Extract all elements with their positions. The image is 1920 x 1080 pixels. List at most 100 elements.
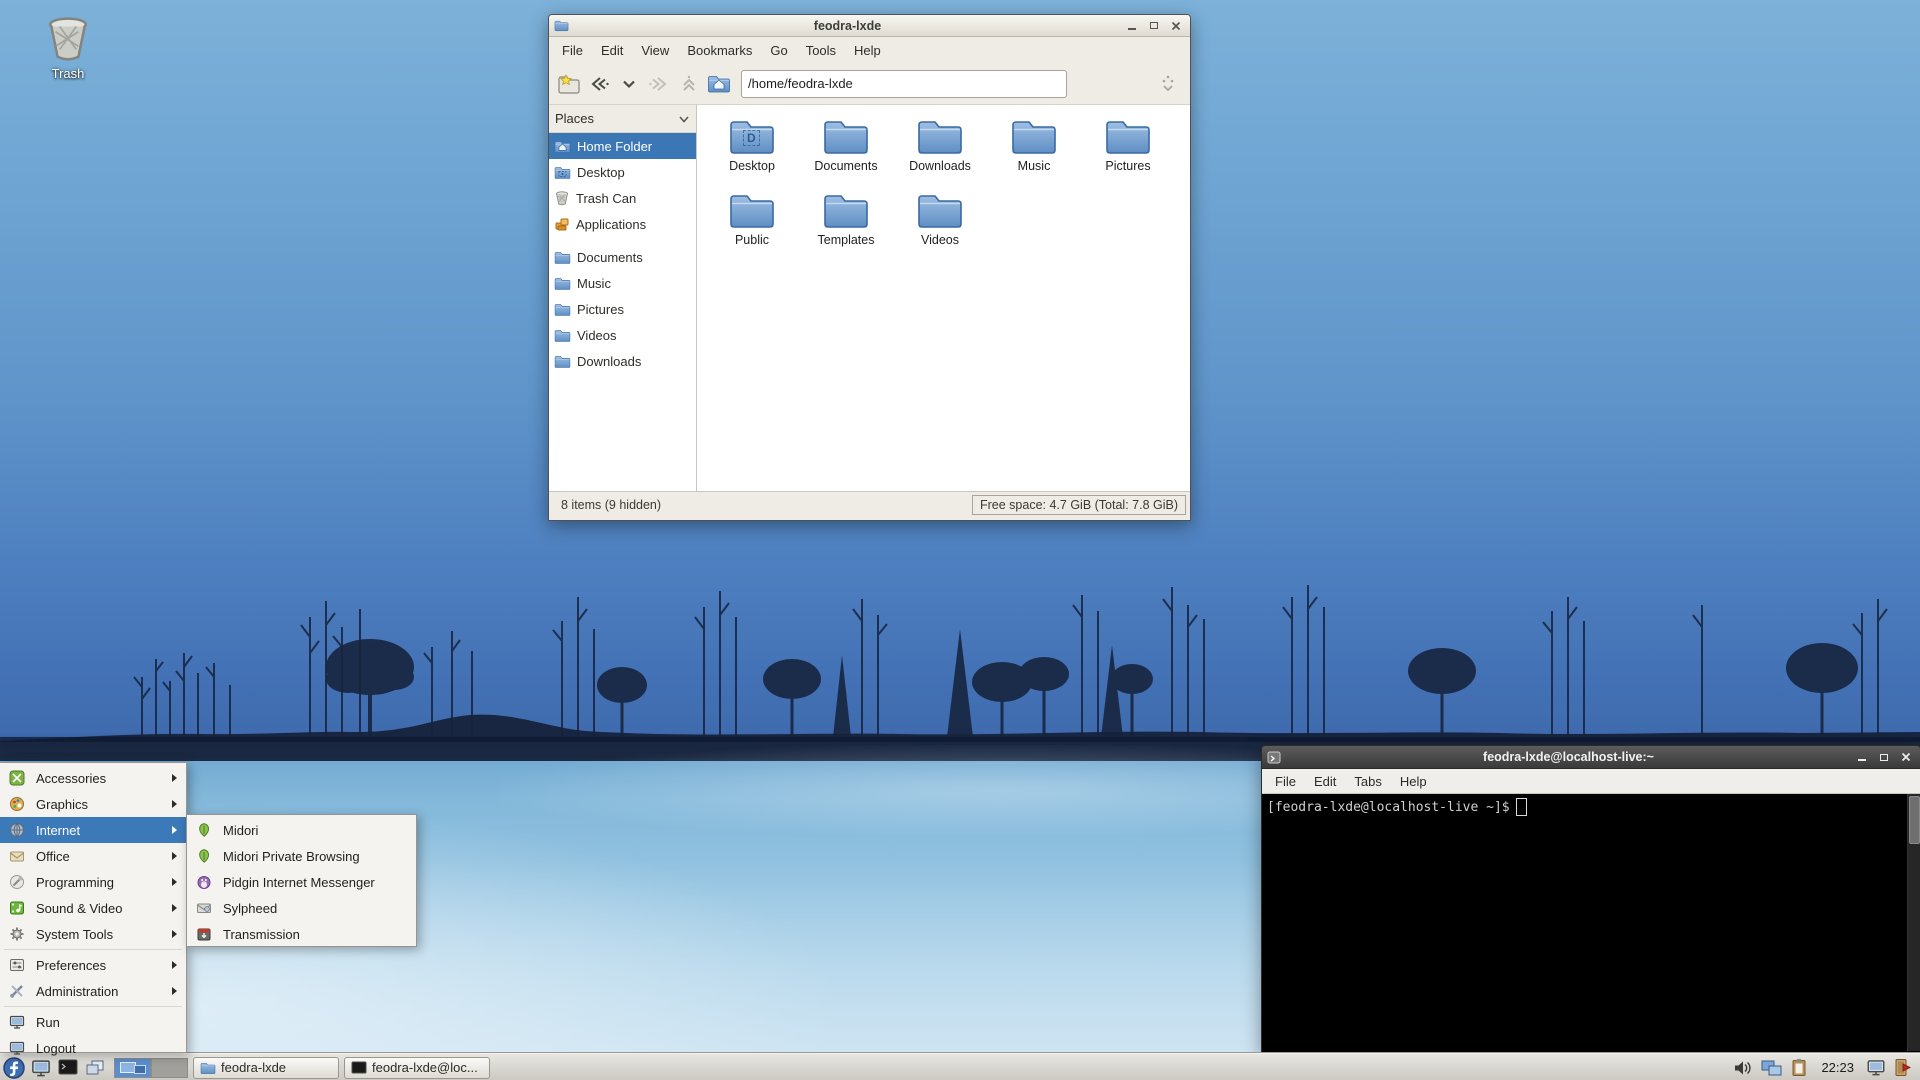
submenu-item-transmission[interactable]: Transmission	[187, 921, 416, 947]
folder-public[interactable]: Public	[705, 187, 799, 261]
volume-icon[interactable]	[1733, 1059, 1753, 1077]
clipboard-icon[interactable]	[1791, 1058, 1809, 1077]
fm-close-button[interactable]	[1170, 20, 1182, 32]
fm-menu-view[interactable]: View	[632, 40, 678, 61]
menu-item-office[interactable]: Office	[0, 843, 186, 869]
file-manager-window: feodra-lxde File Edit View Bookmarks Go …	[548, 14, 1191, 521]
run-monitor-icon	[8, 1013, 26, 1031]
folder-templates[interactable]: Templates	[799, 187, 893, 261]
home-button-icon[interactable]	[705, 69, 733, 99]
fm-menu-file[interactable]: File	[553, 40, 592, 61]
folder-icon	[554, 328, 571, 343]
terminal-menu-tabs[interactable]: Tabs	[1345, 772, 1390, 791]
folder-videos[interactable]: Videos	[893, 187, 987, 261]
jump-to-icon[interactable]	[1154, 69, 1182, 99]
new-tab-icon[interactable]	[555, 69, 583, 99]
internet-submenu: Midori Midori Private Browsing Pidgin In…	[186, 814, 417, 947]
system-tray: 22:23	[1733, 1058, 1920, 1077]
menu-item-accessories[interactable]: Accessories	[0, 765, 186, 791]
network-icon[interactable]	[1761, 1059, 1783, 1077]
menu-item-administration[interactable]: Administration	[0, 978, 186, 1004]
terminal-menu-edit[interactable]: Edit	[1305, 772, 1345, 791]
sidebar-item-music[interactable]: Music	[549, 270, 696, 296]
up-button-icon[interactable]	[675, 69, 703, 99]
folder-icon	[916, 116, 964, 156]
taskbar-clock[interactable]: 22:23	[1821, 1060, 1854, 1075]
menu-item-sound-video[interactable]: Sound & Video	[0, 895, 186, 921]
fm-menu-bookmarks[interactable]: Bookmarks	[678, 40, 761, 61]
fm-menu-help[interactable]: Help	[845, 40, 890, 61]
graphics-icon	[8, 795, 26, 813]
taskbar-task-terminal[interactable]: feodra-lxde@loc...	[344, 1056, 490, 1079]
address-bar-input[interactable]	[741, 69, 1067, 98]
taskbar: feodra-lxde feodra-lxde@loc... 22:23	[0, 1053, 1920, 1080]
submenu-item-pidgin[interactable]: Pidgin Internet Messenger	[187, 869, 416, 895]
history-dropdown-icon[interactable]	[615, 69, 643, 99]
fm-places-sidebar: Places Home Folder Desktop Trash Can App…	[549, 105, 697, 491]
taskbar-task-file-manager[interactable]: feodra-lxde	[193, 1056, 339, 1079]
sidebar-item-home-folder[interactable]: Home Folder	[549, 133, 696, 159]
sidebar-item-trash-can[interactable]: Trash Can	[549, 185, 696, 211]
terminal-titlebar[interactable]: feodra-lxde@localhost-live:~	[1262, 746, 1920, 769]
sidebar-item-desktop[interactable]: Desktop	[549, 159, 696, 185]
fm-menu-tools[interactable]: Tools	[797, 40, 845, 61]
submenu-item-sylpheed[interactable]: Sylpheed	[187, 895, 416, 921]
trash-label: Trash	[51, 66, 85, 81]
terminal-minimize-button[interactable]	[1856, 751, 1868, 763]
submenu-item-midori[interactable]: Midori	[187, 817, 416, 843]
folder-icon: D	[728, 116, 776, 156]
folder-music[interactable]: Music	[987, 113, 1081, 187]
sidebar-item-videos[interactable]: Videos	[549, 322, 696, 348]
fm-maximize-button[interactable]	[1148, 20, 1160, 32]
logout-door-icon[interactable]	[1894, 1058, 1914, 1077]
terminal-menu-file[interactable]: File	[1266, 772, 1305, 791]
terminal-menu-help[interactable]: Help	[1391, 772, 1436, 791]
folder-pictures[interactable]: Pictures	[1081, 113, 1175, 187]
places-header[interactable]: Places	[549, 105, 696, 133]
menu-separator	[4, 949, 182, 950]
scrollbar-thumb[interactable]	[1909, 796, 1920, 844]
menu-item-run[interactable]: Run	[0, 1009, 186, 1035]
folder-downloads[interactable]: Downloads	[893, 113, 987, 187]
sidebar-item-downloads[interactable]: Downloads	[549, 348, 696, 374]
menu-item-system-tools[interactable]: System Tools	[0, 921, 186, 947]
terminal-output-area[interactable]: [feodra-lxde@localhost-live ~]$	[1262, 794, 1920, 1051]
terminal-window: feodra-lxde@localhost-live:~ File Edit T…	[1261, 745, 1920, 1053]
menu-item-programming[interactable]: Programming	[0, 869, 186, 895]
desktop-trash-icon[interactable]: Trash	[30, 12, 106, 81]
terminal-close-button[interactable]	[1900, 751, 1912, 763]
folder-desktop[interactable]: D Desktop	[705, 113, 799, 187]
sidebar-item-pictures[interactable]: Pictures	[549, 296, 696, 322]
folder-documents[interactable]: Documents	[799, 113, 893, 187]
terminal-scrollbar[interactable]	[1907, 794, 1920, 1051]
folder-icon	[1104, 116, 1152, 156]
folder-icon	[916, 190, 964, 230]
fm-menubar: File Edit View Bookmarks Go Tools Help	[549, 37, 1190, 63]
menu-item-graphics[interactable]: Graphics	[0, 791, 186, 817]
terminal-prompt: [feodra-lxde@localhost-live ~]$	[1267, 799, 1510, 815]
terminal-maximize-button[interactable]	[1878, 751, 1890, 763]
fm-menu-edit[interactable]: Edit	[592, 40, 632, 61]
submenu-item-midori-private[interactable]: Midori Private Browsing	[187, 843, 416, 869]
menu-item-logout[interactable]: Logout	[0, 1035, 186, 1061]
terminal-icon	[58, 1059, 77, 1074]
folder-icon	[200, 1061, 216, 1075]
fm-titlebar[interactable]: feodra-lxde	[549, 15, 1190, 37]
trash-icon	[554, 190, 570, 206]
fm-window-title: feodra-lxde	[813, 18, 882, 33]
pidgin-bird-icon	[195, 873, 213, 891]
sidebar-item-documents[interactable]: Documents	[549, 244, 696, 270]
fm-minimize-button[interactable]	[1126, 20, 1138, 32]
folder-icon	[554, 276, 571, 291]
fm-file-view[interactable]: D Desktop Documents Downloads Music Pict…	[697, 105, 1190, 491]
sylpheed-mail-icon	[195, 899, 213, 917]
menu-item-preferences[interactable]: Preferences	[0, 952, 186, 978]
back-button-icon[interactable]	[585, 69, 613, 99]
accessories-icon	[8, 769, 26, 787]
forward-button-icon[interactable]	[645, 69, 673, 99]
sidebar-item-applications[interactable]: Applications	[549, 211, 696, 237]
screensaver-monitor-icon[interactable]	[1866, 1058, 1886, 1077]
menu-item-internet[interactable]: Internet	[0, 817, 186, 843]
logout-monitor-icon	[8, 1039, 26, 1057]
fm-menu-go[interactable]: Go	[761, 40, 796, 61]
